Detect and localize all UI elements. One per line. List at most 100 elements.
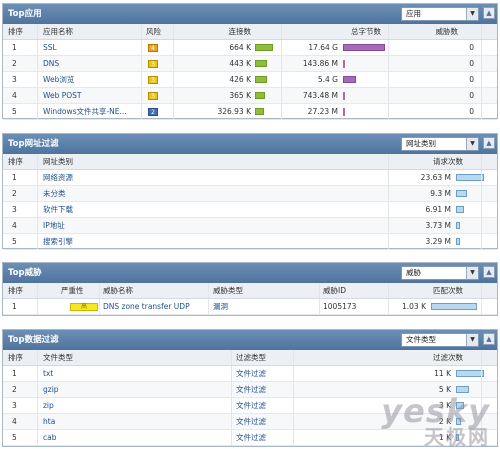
threats-cell: 0 — [469, 43, 474, 52]
table-row[interactable]: 5 Windows文件共享-NE... 2 326.93 K 27.23 M 0 — [3, 104, 497, 120]
threats-cell: 0 — [469, 59, 474, 68]
column-divider — [293, 366, 294, 381]
top-apps-header: Top应用 应用 ▼ ▲ — [3, 4, 497, 24]
column-divider — [481, 40, 482, 55]
column-divider — [141, 88, 142, 103]
col-rank[interactable]: 排序 — [8, 283, 23, 299]
apps-filter-value: 应用 — [406, 9, 421, 18]
col-severity[interactable]: 严重性 — [61, 283, 84, 299]
col-filter-count[interactable]: 过滤次数 — [388, 350, 463, 366]
col-threat-id[interactable]: 威胁ID — [323, 283, 346, 299]
column-divider — [481, 234, 482, 249]
rank-cell: 2 — [12, 59, 17, 68]
connections-cell: 426 K — [229, 75, 251, 84]
col-request-count[interactable]: 请求次数 — [388, 154, 463, 170]
collapse-icon[interactable]: ▲ — [483, 137, 495, 149]
connections-bar — [255, 76, 267, 83]
connections-cell: 365 K — [229, 91, 251, 100]
connections-bar — [255, 92, 265, 99]
file-type-link[interactable]: gzip — [43, 382, 59, 398]
filter-type-link[interactable]: 文件过滤 — [236, 366, 266, 382]
app-name-link[interactable]: Web浏览 — [43, 72, 139, 88]
url-category-link[interactable]: 软件下载 — [43, 202, 73, 218]
app-name-link[interactable]: Windows文件共享-NE... — [43, 104, 139, 120]
col-file-type[interactable]: 文件类型 — [43, 350, 73, 366]
table-row[interactable]: 1 SSL 4 664 K 17.64 G 0 — [3, 40, 497, 56]
filter-type-link[interactable]: 文件过滤 — [236, 430, 266, 446]
col-risk[interactable]: 风险 — [146, 24, 161, 40]
col-total-bytes[interactable]: 总字节数 — [281, 24, 381, 40]
threat-filter-select[interactable]: 威胁 ▼ — [401, 266, 479, 280]
col-rank[interactable]: 排序 — [8, 24, 23, 40]
url-category-link[interactable]: 未分类 — [43, 186, 66, 202]
rank-cell: 5 — [12, 107, 17, 116]
apps-filter-select[interactable]: 应用 ▼ — [401, 7, 479, 21]
col-match-count[interactable]: 匹配次数 — [388, 283, 463, 299]
rank-cell: 4 — [12, 91, 17, 100]
table-row[interactable]: 4 IP地址 3.73 M — [3, 218, 497, 234]
collapse-icon[interactable]: ▲ — [483, 333, 495, 345]
rank-cell: 3 — [12, 401, 17, 410]
watermark-logo: yesky 天极网 — [381, 392, 490, 449]
rank-cell: 5 — [12, 237, 17, 246]
chevron-down-icon[interactable]: ▼ — [466, 267, 478, 279]
app-name-link[interactable]: DNS — [43, 56, 139, 72]
match-count-bar — [431, 303, 477, 310]
table-row[interactable]: 1 txt 文件过滤 11 K — [3, 366, 497, 382]
col-url-category[interactable]: 网址类别 — [43, 154, 73, 170]
col-app-name[interactable]: 应用名称 — [43, 24, 73, 40]
bytes-bar — [343, 60, 345, 68]
collapse-icon[interactable]: ▲ — [483, 266, 495, 278]
file-type-link[interactable]: zip — [43, 398, 54, 414]
request-count-cell: 9.3 M — [430, 189, 451, 198]
file-filter-select[interactable]: 文件类型 ▼ — [401, 333, 479, 347]
col-threat-name[interactable]: 威胁名称 — [103, 283, 133, 299]
chevron-down-icon[interactable]: ▼ — [466, 8, 478, 20]
table-row[interactable]: 3 软件下载 6.91 M — [3, 202, 497, 218]
filter-type-link[interactable]: 文件过滤 — [236, 398, 266, 414]
col-connections[interactable]: 连接数 — [173, 24, 252, 40]
request-count-cell: 3.29 M — [425, 237, 451, 246]
collapse-icon[interactable]: ▲ — [483, 7, 495, 19]
column-divider — [293, 414, 294, 429]
app-name-link[interactable]: SSL — [43, 40, 139, 56]
col-rank[interactable]: 排序 — [8, 154, 23, 170]
column-divider — [37, 234, 38, 249]
threat-type-link[interactable]: 漏洞 — [213, 299, 228, 315]
col-rank[interactable]: 排序 — [8, 350, 23, 366]
rank-cell: 4 — [12, 417, 17, 426]
top-data-filter-title: Top数据过滤 — [8, 335, 59, 345]
file-type-link[interactable]: hta — [43, 414, 55, 430]
column-divider — [37, 299, 38, 314]
table-row[interactable]: 4 Web POST 3 365 K 743.48 M 0 — [3, 88, 497, 104]
col-threats[interactable]: 威胁数 — [388, 24, 459, 40]
column-divider — [37, 382, 38, 397]
file-type-link[interactable]: txt — [43, 366, 53, 382]
threat-name-link[interactable]: DNS zone transfer UDP — [103, 299, 190, 315]
rank-cell: 5 — [12, 433, 17, 442]
chevron-down-icon[interactable]: ▼ — [466, 334, 478, 346]
filter-type-link[interactable]: 文件过滤 — [236, 414, 266, 430]
url-category-link[interactable]: 搜索引擎 — [43, 234, 73, 250]
risk-level-badge: 3 — [148, 76, 158, 84]
table-row[interactable]: 2 DNS 3 443 K 143.86 M 0 — [3, 56, 497, 72]
app-name-link[interactable]: Web POST — [43, 88, 139, 104]
col-threat-type[interactable]: 威胁类型 — [213, 283, 243, 299]
top-apps-panel: Top应用 应用 ▼ ▲ 排序 应用名称 风险 连接数 总字节数 威胁数 1 SS… — [2, 3, 498, 120]
table-row[interactable]: 1 网络资源 23.63 M — [3, 170, 497, 186]
rank-cell: 3 — [12, 75, 17, 84]
url-category-link[interactable]: 网络资源 — [43, 170, 73, 186]
url-category-link[interactable]: IP地址 — [43, 218, 65, 234]
column-divider — [141, 72, 142, 87]
apps-table-header: 排序 应用名称 风险 连接数 总字节数 威胁数 — [3, 24, 497, 40]
table-row[interactable]: 1 高 DNS zone transfer UDP 漏洞 1005173 1.03 K — [3, 299, 497, 315]
column-divider — [37, 56, 38, 71]
chevron-down-icon[interactable]: ▼ — [466, 138, 478, 150]
url-filter-select[interactable]: 网址类别 ▼ — [401, 137, 479, 151]
table-row[interactable]: 5 搜索引擎 3.29 M — [3, 234, 497, 250]
table-row[interactable]: 2 未分类 9.3 M — [3, 186, 497, 202]
file-type-link[interactable]: cab — [43, 430, 56, 446]
col-filter-type[interactable]: 过滤类型 — [236, 350, 266, 366]
filter-type-link[interactable]: 文件过滤 — [236, 382, 266, 398]
table-row[interactable]: 3 Web浏览 3 426 K 5.4 G 0 — [3, 72, 497, 88]
